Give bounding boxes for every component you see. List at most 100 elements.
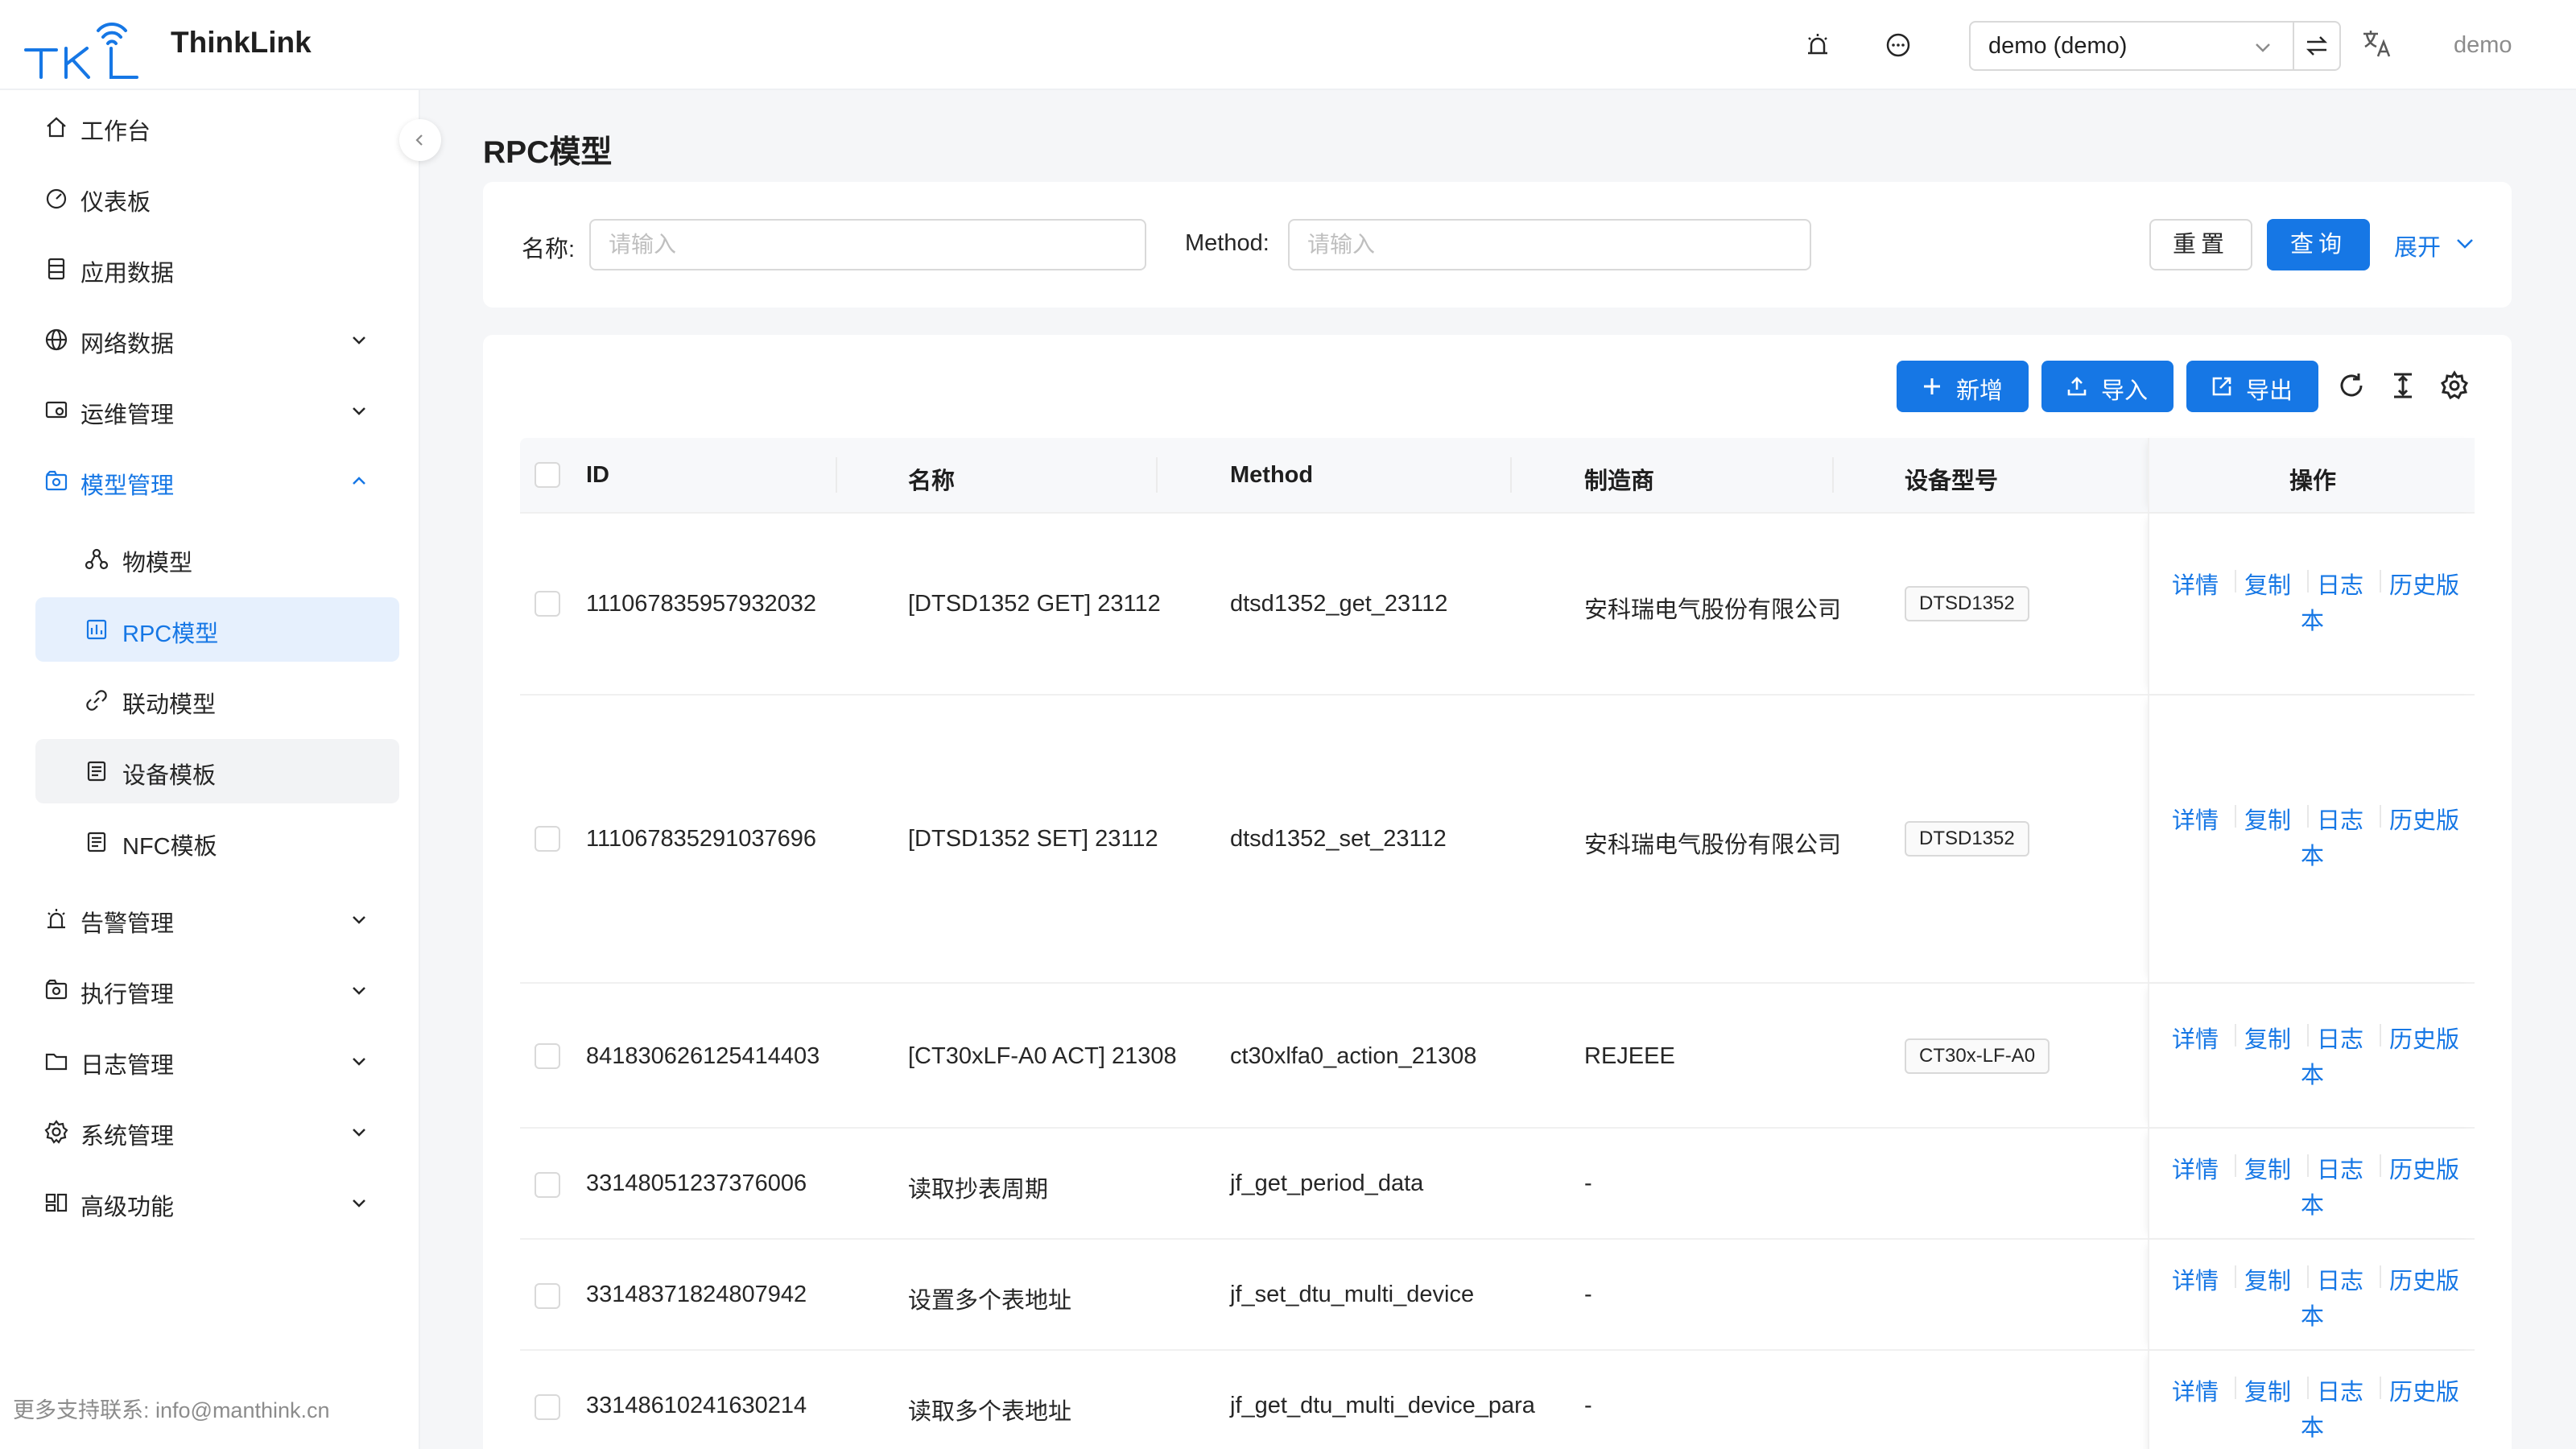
log-link[interactable]: 日志 (2317, 1373, 2363, 1407)
column-header-name[interactable]: 名称 (908, 462, 955, 496)
history-link-wrap[interactable]: 本 (2301, 602, 2324, 636)
row-checkbox[interactable] (535, 1043, 560, 1069)
message-icon[interactable] (1884, 31, 1913, 60)
column-header-method[interactable]: Method (1230, 462, 1313, 489)
history-link[interactable]: 历史版 (2389, 567, 2459, 601)
table-row[interactable]: 33148051237376006 读取抄表周期 jf_get_period_d… (520, 1129, 2475, 1240)
user-name[interactable]: demo (2454, 32, 2512, 59)
detail-link[interactable]: 详情 (2172, 567, 2219, 601)
copy-link[interactable]: 复制 (2244, 1021, 2291, 1055)
row-checkbox[interactable] (535, 591, 560, 617)
folder-icon (45, 1053, 68, 1071)
history-link[interactable]: 历史版 (2389, 802, 2459, 836)
row-checkbox[interactable] (535, 1172, 560, 1198)
sidebar-item-advanced[interactable]: 高级功能 (35, 1170, 399, 1235)
log-link[interactable]: 日志 (2317, 802, 2363, 836)
reset-button[interactable]: 重置 (2149, 219, 2252, 270)
sidebar-item-app-data[interactable]: 应用数据 (35, 237, 399, 301)
column-height-icon[interactable] (2388, 370, 2418, 401)
method-filter-input[interactable] (1288, 219, 1811, 270)
row-checkbox[interactable] (535, 826, 560, 852)
cell-name: 读取抄表周期 (908, 1177, 1049, 1203)
table-row[interactable]: 33148610241630214 读取多个表地址 jf_get_dtu_mul… (520, 1351, 2475, 1449)
add-button[interactable]: 新增 (1897, 361, 2029, 412)
detail-link[interactable]: 详情 (2172, 1021, 2219, 1055)
sidebar-item-thing-model[interactable]: 物模型 (35, 526, 399, 591)
sidebar-item-label: 系统管理 (80, 1124, 175, 1150)
history-link-wrap[interactable]: 本 (2301, 1187, 2324, 1220)
chevron-down-icon (353, 1058, 365, 1066)
action-divider (2380, 1377, 2381, 1399)
detail-link[interactable]: 详情 (2172, 1262, 2219, 1296)
sidebar-item-label: 告警管理 (80, 911, 175, 937)
row-checkbox[interactable] (535, 1394, 560, 1420)
copy-link[interactable]: 复制 (2244, 1373, 2291, 1407)
history-link-wrap[interactable]: 本 (2301, 1056, 2324, 1090)
sidebar-item-network-data[interactable]: 网络数据 (35, 308, 399, 372)
column-header-id[interactable]: ID (586, 462, 609, 489)
sidebar-item-linkage-model[interactable]: 联动模型 (35, 668, 399, 733)
detail-link[interactable]: 详情 (2172, 802, 2219, 836)
query-button[interactable]: 查询 (2267, 219, 2370, 270)
sidebar-item-rpc-model[interactable]: RPC模型 (35, 597, 399, 662)
table-row[interactable]: 841830626125414403 [CT30xLF-A0 ACT] 2130… (520, 984, 2475, 1129)
log-link[interactable]: 日志 (2317, 567, 2363, 601)
history-link[interactable]: 历史版 (2389, 1373, 2459, 1407)
sidebar-item-alarm-management[interactable]: 告警管理 (35, 887, 399, 952)
table-row[interactable]: 33148371824807942 设置多个表地址 jf_set_dtu_mul… (520, 1240, 2475, 1351)
log-link[interactable]: 日志 (2317, 1151, 2363, 1185)
settings-icon[interactable] (2439, 370, 2470, 401)
import-button[interactable]: 导入 (2041, 361, 2174, 412)
cell-name: [CT30xLF-A0 ACT] 21308 (908, 1043, 1177, 1069)
log-link[interactable]: 日志 (2317, 1262, 2363, 1296)
log-link[interactable]: 日志 (2317, 1021, 2363, 1055)
sidebar-item-nfc-template[interactable]: NFC模板 (35, 810, 399, 874)
sidebar-item-log-management[interactable]: 日志管理 (35, 1029, 399, 1093)
detail-link[interactable]: 详情 (2172, 1151, 2219, 1185)
sidebar-item-label: 物模型 (122, 551, 193, 576)
history-link[interactable]: 历史版 (2389, 1021, 2459, 1055)
copy-link[interactable]: 复制 (2244, 567, 2291, 601)
copy-link[interactable]: 复制 (2244, 802, 2291, 836)
history-link-wrap[interactable]: 本 (2301, 1409, 2324, 1443)
refresh-icon[interactable] (2336, 370, 2367, 401)
cell-manufacturer: - (1584, 1282, 1592, 1307)
cell-manufacturer: 安科瑞电气股份有限公司 (1584, 597, 1842, 623)
name-filter-input[interactable] (589, 219, 1146, 270)
sidebar-collapse-button[interactable] (399, 119, 441, 161)
table-row[interactable]: 111067835957932032 [DTSD1352 GET] 23112 … (520, 514, 2475, 696)
column-header-device-model[interactable]: 设备型号 (1905, 462, 1998, 496)
action-divider (2235, 1154, 2236, 1177)
cell-id: 33148371824807942 (586, 1282, 807, 1307)
sidebar-item-model-management[interactable]: 模型管理 (35, 449, 399, 514)
history-link-wrap[interactable]: 本 (2301, 837, 2324, 871)
filter-panel: 名称: Method: 重置 查询 展开 (483, 182, 2512, 308)
history-link[interactable]: 历史版 (2389, 1262, 2459, 1296)
select-all-checkbox[interactable] (535, 462, 560, 488)
page-title: RPC模型 (483, 135, 613, 170)
copy-link[interactable]: 复制 (2244, 1151, 2291, 1185)
history-link-wrap[interactable]: 本 (2301, 1298, 2324, 1331)
sidebar-item-dashboard[interactable]: 仪表板 (35, 166, 399, 230)
row-checkbox[interactable] (535, 1283, 560, 1309)
sidebar-item-label: 模型管理 (80, 473, 175, 499)
copy-link[interactable]: 复制 (2244, 1262, 2291, 1296)
sidebar-item-device-template[interactable]: 设备模板 (35, 739, 399, 803)
method-filter-label: Method: (1185, 230, 1269, 256)
detail-link[interactable]: 详情 (2172, 1373, 2219, 1407)
model-icon (45, 470, 68, 491)
sidebar-item-system-management[interactable]: 系统管理 (35, 1100, 399, 1164)
sidebar-item-ops[interactable]: 运维管理 (35, 378, 399, 443)
tenant-select[interactable]: demo (demo) (1969, 21, 2341, 71)
translate-icon[interactable] (2360, 27, 2392, 60)
history-link[interactable]: 历史版 (2389, 1151, 2459, 1185)
sidebar-item-workbench[interactable]: 工作台 (35, 95, 399, 159)
thinklink-logo[interactable] (24, 14, 145, 79)
expand-toggle[interactable]: 展开 (2394, 229, 2473, 262)
column-header-manufacturer[interactable]: 制造商 (1584, 462, 1654, 496)
alarm-icon[interactable] (1803, 31, 1832, 60)
sidebar-item-execute-management[interactable]: 执行管理 (35, 958, 399, 1022)
export-button[interactable]: 导出 (2186, 361, 2318, 412)
table-row[interactable]: 111067835291037696 [DTSD1352 SET] 23112 … (520, 696, 2475, 984)
swap-icon[interactable] (2304, 34, 2330, 58)
